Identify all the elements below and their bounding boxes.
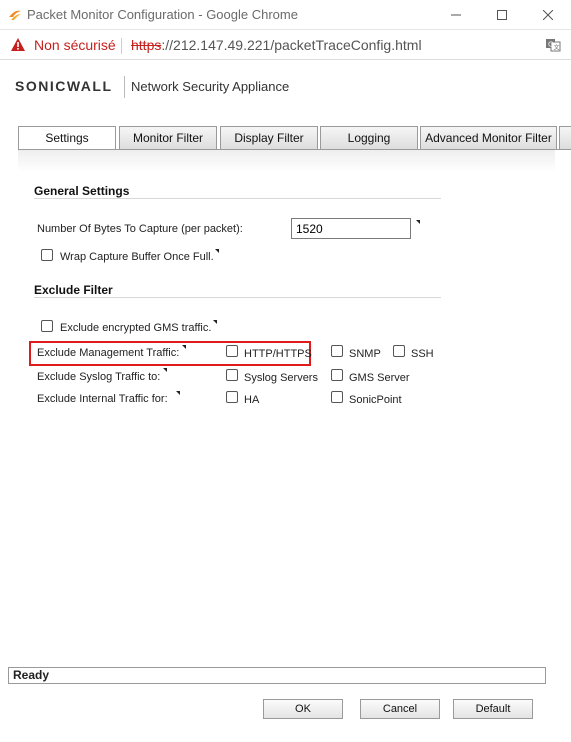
tab-overflow[interactable]	[559, 126, 571, 150]
exclude-syslog-label: Exclude Syslog Traffic to:	[37, 371, 161, 383]
svg-text:文: 文	[554, 44, 560, 52]
close-icon	[543, 10, 553, 20]
help-marker-icon	[182, 345, 186, 349]
exclude-filter-divider	[34, 297, 441, 298]
exclude-encrypted-gms-checkbox[interactable]	[41, 320, 53, 332]
help-marker-icon	[176, 391, 180, 395]
http-https-label: HTTP/HTTPS	[244, 348, 312, 360]
maximize-icon	[497, 10, 507, 20]
url-path: ://212.147.49.221/packetTraceConfig.html	[161, 37, 422, 53]
general-settings-heading: General Settings	[34, 184, 130, 198]
exclude-filter-heading: Exclude Filter	[34, 283, 113, 297]
syslog-servers-label: Syslog Servers	[244, 372, 318, 384]
tab-bar: Settings Monitor Filter Display Filter L…	[18, 126, 571, 151]
minimize-icon	[451, 14, 461, 16]
syslog-servers-checkbox[interactable]	[226, 369, 238, 381]
address-bar[interactable]: Non sécurisé https://212.147.49.221/pack…	[0, 30, 571, 60]
exclude-management-label: Exclude Management Traffic:	[37, 347, 180, 359]
tab-advanced-monitor-filter[interactable]: Advanced Monitor Filter	[420, 126, 557, 150]
url-text[interactable]: https://212.147.49.221/packetTraceConfig…	[131, 37, 422, 53]
sonicwall-logo: SONICWALL	[15, 78, 113, 94]
brand-separator	[124, 76, 125, 98]
ha-label: HA	[244, 394, 260, 406]
close-button[interactable]	[525, 0, 571, 30]
help-marker-icon	[163, 368, 167, 372]
product-name: Network Security Appliance	[131, 79, 290, 94]
maximize-button[interactable]	[479, 0, 525, 30]
gms-server-checkbox[interactable]	[331, 369, 343, 381]
ssh-label: SSH	[411, 348, 434, 360]
default-button[interactable]: Default	[453, 699, 533, 719]
http-https-checkbox[interactable]	[226, 345, 238, 357]
cancel-button[interactable]: Cancel	[360, 699, 440, 719]
wrap-buffer-checkbox[interactable]	[41, 249, 53, 261]
sonicwall-app-icon	[9, 10, 21, 20]
help-marker-icon	[215, 249, 219, 253]
translate-icon[interactable]: G 文	[545, 37, 561, 53]
status-bar: Ready	[8, 667, 546, 684]
minimize-button[interactable]	[433, 0, 479, 30]
snmp-checkbox[interactable]	[331, 345, 343, 357]
tab-logging[interactable]: Logging	[320, 126, 418, 150]
window-title: Packet Monitor Configuration - Google Ch…	[27, 7, 298, 22]
title-bar: Packet Monitor Configuration - Google Ch…	[0, 0, 571, 30]
wrap-buffer-label: Wrap Capture Buffer Once Full.	[60, 251, 214, 263]
exclude-internal-label: Exclude Internal Traffic for:	[37, 393, 168, 405]
panel-header-shade	[18, 150, 555, 172]
sonicpoint-checkbox[interactable]	[331, 391, 343, 403]
ssh-checkbox[interactable]	[393, 345, 405, 357]
address-separator	[121, 38, 122, 54]
bytes-to-capture-label: Number Of Bytes To Capture (per packet):	[37, 223, 243, 235]
tab-display-filter[interactable]: Display Filter	[220, 126, 318, 150]
sonicpoint-label: SonicPoint	[349, 394, 402, 406]
warning-icon	[11, 38, 25, 51]
tab-settings[interactable]: Settings	[18, 126, 116, 151]
tab-monitor-filter[interactable]: Monitor Filter	[119, 126, 217, 150]
bytes-to-capture-input[interactable]	[291, 218, 411, 239]
exclude-encrypted-gms-label: Exclude encrypted GMS traffic.	[60, 322, 212, 334]
general-settings-divider	[34, 198, 441, 199]
help-marker-icon	[416, 220, 420, 224]
url-scheme: https	[131, 37, 162, 53]
ok-button[interactable]: OK	[263, 699, 343, 719]
gms-server-label: GMS Server	[349, 372, 410, 384]
help-marker-icon	[213, 320, 217, 324]
ha-checkbox[interactable]	[226, 391, 238, 403]
snmp-label: SNMP	[349, 348, 381, 360]
security-label[interactable]: Non sécurisé	[34, 37, 116, 53]
